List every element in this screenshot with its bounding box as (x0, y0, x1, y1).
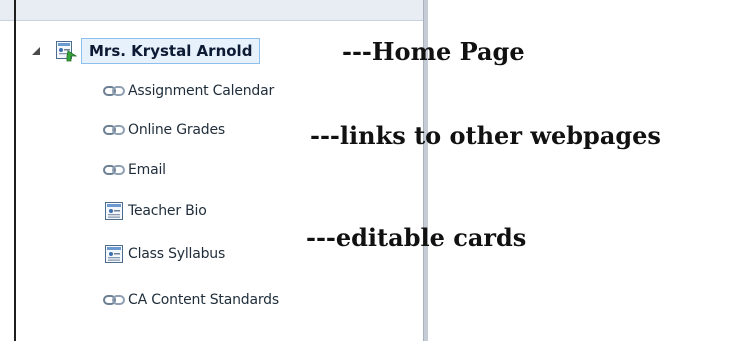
panel-header-bar (0, 0, 428, 21)
tree-item-label: Teacher Bio (128, 203, 207, 219)
tree-item-label: Online Grades (128, 122, 225, 138)
tree-item-label: Class Syllabus (128, 246, 226, 262)
tree-item-label: CA Content Standards (128, 292, 279, 308)
annotation-links: ---links to other webpages (310, 121, 661, 150)
tree-item-email[interactable]: Email (103, 159, 166, 181)
card-page-icon (103, 245, 125, 263)
expanded-triangle-icon[interactable] (31, 46, 41, 56)
link-chain-icon (103, 121, 125, 139)
panel-left-border (14, 0, 16, 341)
tree-item-class-syllabus[interactable]: Class Syllabus (103, 243, 225, 265)
root-node-label[interactable]: Mrs. Krystal Arnold (81, 38, 261, 64)
tree-item-online-grades[interactable]: Online Grades (103, 119, 225, 141)
tree-item-teacher-bio[interactable]: Teacher Bio (103, 200, 207, 222)
annotation-cards: ---editable cards (306, 223, 527, 252)
annotation-home-page: ---Home Page (342, 37, 525, 66)
link-chain-icon (103, 161, 125, 179)
tree-item-assignment-calendar[interactable]: Assignment Calendar (103, 80, 274, 102)
link-chain-icon (103, 291, 125, 309)
tree-root-node[interactable]: Mrs. Krystal Arnold (31, 36, 261, 66)
page-with-green-arrow-icon (55, 40, 77, 62)
link-chain-icon (103, 82, 125, 100)
tree-item-ca-content-standards[interactable]: CA Content Standards (103, 289, 279, 311)
card-page-icon (103, 202, 125, 220)
tree-item-label: Assignment Calendar (128, 83, 275, 99)
tree-item-label: Email (128, 162, 166, 178)
